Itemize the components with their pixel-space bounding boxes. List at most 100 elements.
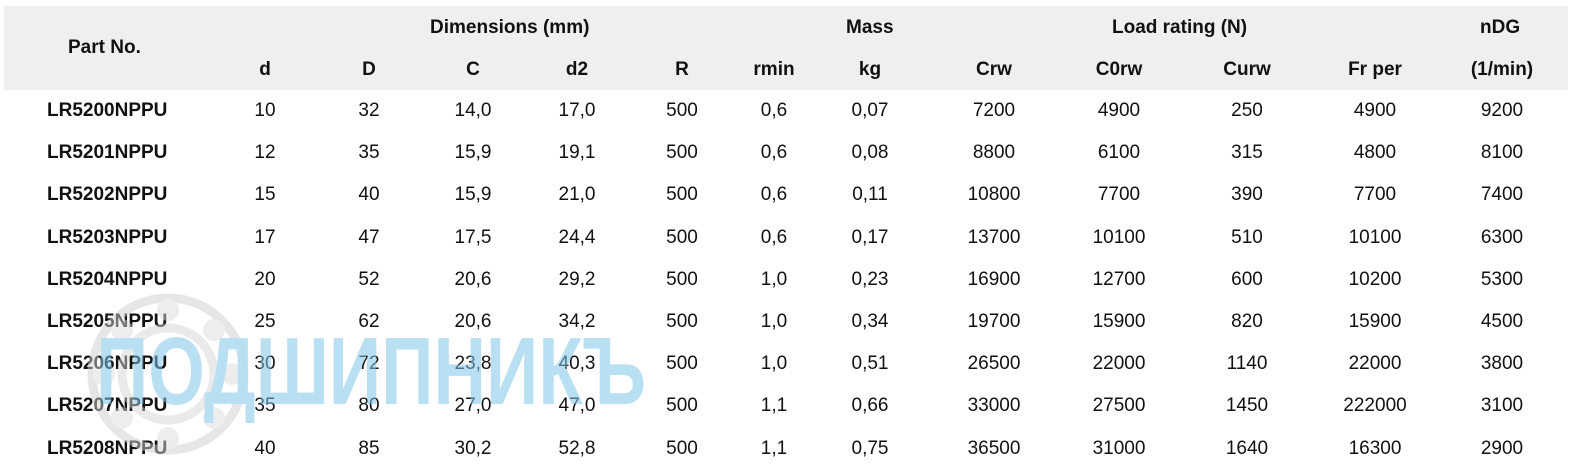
cell-c0rw: 31000 <box>1092 437 1146 459</box>
cell-D: 47 <box>358 226 380 248</box>
cell-d: 17 <box>254 226 276 248</box>
cell-R: 500 <box>666 353 698 375</box>
cell-curw: 1640 <box>1225 437 1269 459</box>
cell-c0rw: 15900 <box>1092 311 1146 332</box>
cell-rmin: 0,6 <box>760 184 788 206</box>
cell-R: 500 <box>666 226 698 248</box>
header-col-d2: d2 <box>565 59 589 80</box>
cell-C: 15,9 <box>454 142 492 164</box>
header-col-d: d <box>259 59 271 80</box>
cell-D: 32 <box>358 100 380 121</box>
cell-rmin: 0,6 <box>760 100 788 121</box>
cell-C: 14,0 <box>454 100 492 121</box>
part-number: LR5204NPPU <box>47 268 168 290</box>
cell-d: 12 <box>254 142 276 164</box>
cell-d2: 34,2 <box>558 311 596 332</box>
cell-curw: 315 <box>1231 142 1263 164</box>
cell-curw: 390 <box>1231 184 1263 206</box>
cell-d: 35 <box>254 395 276 417</box>
cell-crw: 13700 <box>967 226 1021 248</box>
header-ndg: nDG <box>1480 17 1521 38</box>
cell-speed: 3100 <box>1480 395 1524 417</box>
cell-kg: 0,23 <box>851 268 889 290</box>
header-col-D: D <box>362 59 376 80</box>
header-col-C: C <box>466 59 480 80</box>
cell-R: 500 <box>666 268 698 290</box>
part-number: LR5206NPPU <box>47 353 168 375</box>
part-number: LR5208NPPU <box>47 437 168 459</box>
cell-crw: 19700 <box>967 311 1021 332</box>
cell-curw: 250 <box>1231 100 1263 121</box>
cell-R: 500 <box>666 100 698 121</box>
cell-curw: 510 <box>1231 226 1263 248</box>
header-col-curw: Curw <box>1223 59 1271 80</box>
header-col-c0rw: C0rw <box>1095 59 1143 80</box>
cell-c0rw: 22000 <box>1092 353 1146 375</box>
cell-crw: 26500 <box>967 353 1021 375</box>
cell-d: 40 <box>254 437 276 459</box>
part-number: LR5201NPPU <box>47 142 168 164</box>
cell-C: 17,5 <box>454 226 492 248</box>
cell-fr-per: 16300 <box>1348 437 1402 459</box>
cell-rmin: 0,6 <box>760 142 788 164</box>
cell-fr-per: 4900 <box>1353 100 1397 121</box>
cell-d: 20 <box>254 268 276 290</box>
cell-rmin: 1,1 <box>760 437 788 459</box>
cell-speed: 6300 <box>1480 226 1524 248</box>
cell-d2: 47,0 <box>558 395 596 417</box>
cell-D: 35 <box>358 142 380 164</box>
header-part-no: Part No. <box>68 37 141 58</box>
cell-d2: 17,0 <box>558 100 596 121</box>
cell-kg: 0,17 <box>851 226 889 248</box>
cell-R: 500 <box>666 437 698 459</box>
cell-fr-per: 7700 <box>1353 184 1397 206</box>
cell-fr-per: 10200 <box>1348 268 1402 290</box>
header-col-R: R <box>675 59 689 80</box>
cell-c0rw: 10100 <box>1092 226 1146 248</box>
header-mass: Mass <box>846 17 894 38</box>
cell-rmin: 1,1 <box>760 395 788 417</box>
cell-d2: 40,3 <box>558 353 596 375</box>
cell-D: 80 <box>358 395 380 417</box>
cell-c0rw: 6100 <box>1097 142 1141 164</box>
header-col-crw: Crw <box>976 59 1012 80</box>
cell-D: 62 <box>358 311 380 332</box>
cell-C: 23,8 <box>454 353 492 375</box>
cell-d2: 24,4 <box>558 226 596 248</box>
cell-C: 20,6 <box>454 311 492 332</box>
cell-R: 500 <box>666 395 698 417</box>
cell-C: 15,9 <box>454 184 492 206</box>
cell-kg: 0,75 <box>851 437 889 459</box>
cell-fr-per: 15900 <box>1348 311 1402 332</box>
cell-kg: 0,07 <box>851 100 889 121</box>
cell-C: 20,6 <box>454 268 492 290</box>
header-col-rmin: rmin <box>753 59 795 80</box>
cell-d: 30 <box>254 353 276 375</box>
cell-fr-per: 222000 <box>1343 395 1407 417</box>
cell-curw: 1140 <box>1226 353 1268 375</box>
cell-crw: 16900 <box>967 268 1021 290</box>
cell-d: 10 <box>254 100 276 121</box>
cell-d2: 19,1 <box>558 142 596 164</box>
cell-c0rw: 27500 <box>1092 395 1146 417</box>
cell-crw: 33000 <box>967 395 1021 417</box>
cell-fr-per: 4800 <box>1353 142 1397 164</box>
cell-crw: 10800 <box>967 184 1021 206</box>
cell-speed: 9200 <box>1480 100 1524 121</box>
header-dimensions: Dimensions (mm) <box>430 17 590 38</box>
cell-rmin: 1,0 <box>760 311 788 332</box>
cell-speed: 4500 <box>1480 311 1524 332</box>
cell-curw: 820 <box>1231 311 1263 332</box>
header-load-rating: Load rating (N) <box>1112 17 1248 38</box>
table-header: Part No. Dimensions (mm) Mass Load ratin… <box>4 6 1568 90</box>
cell-c0rw: 4900 <box>1097 100 1141 121</box>
cell-rmin: 1,0 <box>760 353 788 375</box>
cell-kg: 0,66 <box>851 395 889 417</box>
cell-speed: 5300 <box>1480 268 1524 290</box>
cell-D: 52 <box>358 268 380 290</box>
header-col-kg: kg <box>858 59 882 80</box>
cell-speed: 2900 <box>1480 437 1524 459</box>
header-col-fr-per: Fr per <box>1348 59 1402 80</box>
cell-R: 500 <box>666 184 698 206</box>
header-col-speed: (1/min) <box>1470 59 1534 80</box>
